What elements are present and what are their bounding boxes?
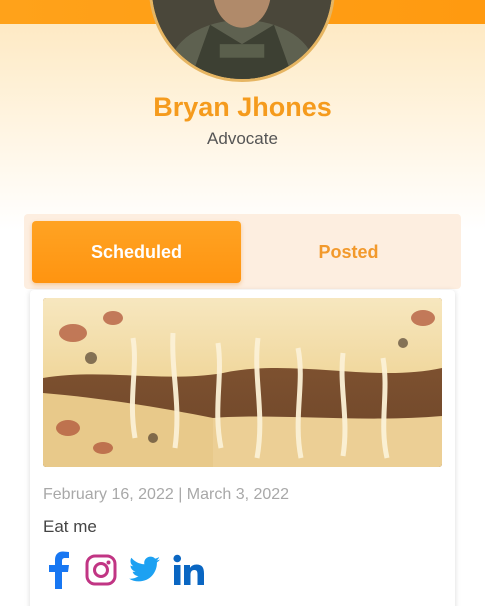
post-caption: Eat me bbox=[43, 517, 97, 536]
linkedin-icon[interactable] bbox=[173, 554, 205, 591]
twitter-icon[interactable] bbox=[129, 556, 161, 589]
post-tabs: Scheduled Posted bbox=[24, 214, 461, 289]
post-card[interactable]: February 16, 2022 | March 3, 2022 Eat me bbox=[30, 290, 455, 606]
profile-avatar[interactable] bbox=[149, 0, 335, 82]
social-icons bbox=[43, 551, 217, 594]
instagram-icon[interactable] bbox=[85, 554, 117, 591]
avatar-photo bbox=[152, 0, 332, 79]
tab-posted[interactable]: Posted bbox=[244, 221, 453, 283]
profile-name: Bryan Jhones bbox=[153, 92, 332, 122]
tab-scheduled[interactable]: Scheduled bbox=[32, 221, 241, 283]
profile-role: Advocate bbox=[207, 129, 278, 148]
post-dates: February 16, 2022 | March 3, 2022 bbox=[43, 486, 290, 503]
facebook-icon[interactable] bbox=[43, 551, 73, 594]
pizza-cheese-pull-image bbox=[43, 298, 442, 467]
